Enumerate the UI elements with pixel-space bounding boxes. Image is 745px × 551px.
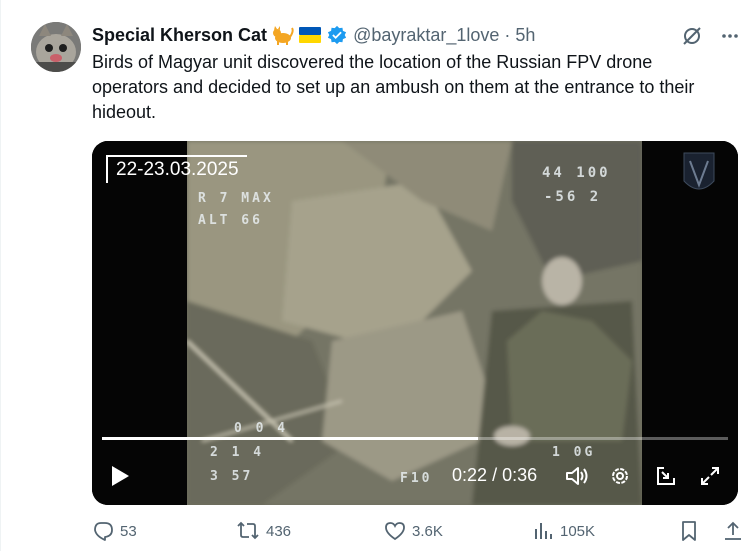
bookmark-icon [682,521,696,541]
tweet-header: Special Kherson Cat @bayraktar_1love · 5… [92,22,535,48]
unit-emblem-icon [683,152,715,190]
repost-icon [237,521,259,540]
heart-icon [385,522,405,541]
settings-gear-icon[interactable] [608,464,632,488]
osd-left-1: R 7 MAX [198,191,274,206]
author-name[interactable]: Special Kherson Cat [92,25,267,46]
current-time: 0:22 [452,465,488,485]
share-icon [725,521,741,540]
video-player[interactable]: 22-23.03.2025 44 100 -56 2 R 7 MAX ALT 6… [92,141,738,505]
reply-button[interactable]: 53 [92,520,137,542]
time-display: 0:22 / 0:36 [452,465,537,486]
repost-button[interactable]: 436 [236,520,291,542]
view-count: 105K [560,522,596,540]
cat-emoji-icon [272,25,294,45]
video-frame [92,141,738,505]
osd-top-right-2: -56 2 [544,189,602,205]
picture-in-picture-icon[interactable] [654,464,678,488]
avatar[interactable] [31,22,81,72]
tweet-time[interactable]: 5h [515,25,535,46]
video-controls: 0:22 / 0:36 [92,459,738,493]
like-button[interactable]: 3.6K [384,520,443,542]
reply-count: 53 [120,522,137,540]
osd-bottom-1: 0 0 4 [234,421,289,436]
volume-icon[interactable] [564,464,590,488]
views-icon [535,523,552,539]
author-handle[interactable]: @bayraktar_1love [353,25,499,46]
progress-bar[interactable] [102,437,728,440]
osd-left-2: ALT 66 [198,213,263,228]
verified-badge-icon[interactable] [327,25,347,45]
osd-bottom-2: 2 1 4 [210,445,265,460]
share-button[interactable] [722,520,744,542]
fullscreen-icon[interactable] [698,464,722,488]
like-count: 3.6K [412,522,443,540]
ukraine-flag-icon [299,27,322,43]
repost-count: 436 [266,522,292,540]
bookmark-button[interactable] [678,520,700,542]
tweet-actions: 53 436 3.6K 105K [92,520,742,548]
duration: 0:36 [502,465,538,485]
osd-top-right-1: 44 100 [542,165,611,181]
progress-fill [102,437,478,440]
time-separator: / [492,465,498,485]
reply-icon [94,522,113,541]
avatar-image [31,22,81,72]
tweet-text: Birds of Magyar unit discovered the loca… [92,52,695,122]
grok-icon[interactable] [680,24,704,48]
tweet-top-actions [680,24,742,48]
more-icon[interactable] [718,24,742,48]
date-overlay: 22-23.03.2025 [106,155,247,183]
play-button[interactable] [108,464,132,488]
timeline-border [0,0,1,551]
osd-bottom-right: 1 0G [552,445,596,460]
views-button[interactable]: 105K [532,520,595,542]
separator-dot: · [504,24,511,45]
